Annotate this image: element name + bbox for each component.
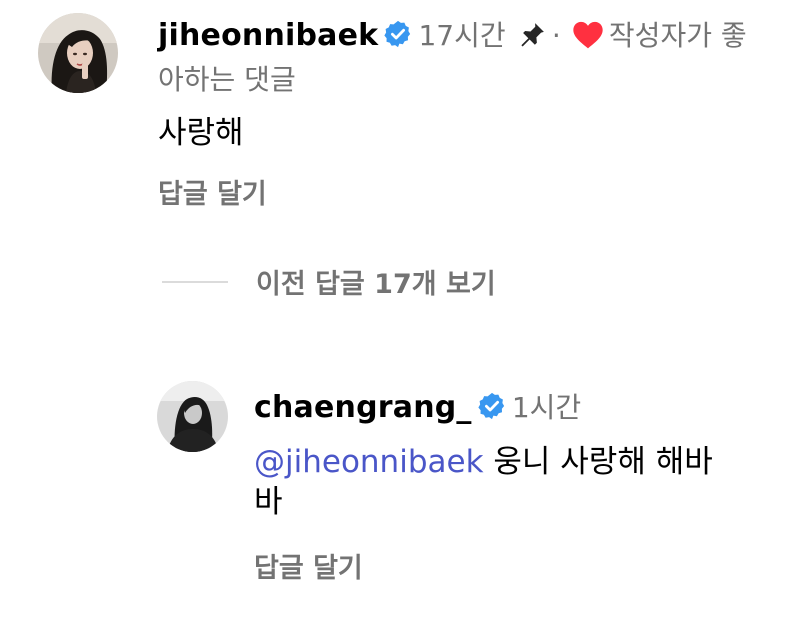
verified-badge-icon <box>383 19 413 49</box>
liked-by-author-label: 작성자가 좋 <box>608 19 747 52</box>
comment-username[interactable]: chaengrang_ <box>254 390 472 425</box>
mention-link[interactable]: @jiheonnibaek <box>254 444 484 480</box>
comment-text: @jiheonnibaek 웅니 사랑해 해바 바 <box>254 442 794 522</box>
separator-dot: · <box>551 19 561 52</box>
comment-text: 사랑해 <box>158 115 244 151</box>
view-previous-replies-button[interactable]: 이전 답글 17개 보기 <box>256 262 496 301</box>
avatar-chaengrang[interactable] <box>157 381 228 452</box>
reply-button[interactable]: 답글 달기 <box>158 172 267 211</box>
replies-divider-line <box>162 281 228 283</box>
comment-time: 1시간 <box>511 391 582 424</box>
comments-screen: jiheonnibaek 17시간 · 작성자가 좋 아하는 댓글 사랑해 답글… <box>0 0 802 621</box>
comment-time: 17시간 <box>418 19 506 52</box>
avatar-image <box>38 13 118 93</box>
avatar-jiheonnibaek[interactable] <box>38 13 118 93</box>
comment-text-line1: 웅니 사랑해 해바 <box>483 444 713 480</box>
comment-header: jiheonnibaek 17시간 · 작성자가 좋 아하는 댓글 <box>158 14 798 98</box>
verified-badge-icon <box>477 391 507 421</box>
comment-text-line2: 바 <box>254 484 283 520</box>
liked-by-author-label-cont: 아하는 댓글 <box>158 63 296 96</box>
comment-username[interactable]: jiheonnibaek <box>158 18 378 53</box>
pin-icon <box>517 20 547 50</box>
avatar-image <box>157 381 228 452</box>
reply-button[interactable]: 답글 달기 <box>254 546 363 585</box>
comment-header: chaengrang_ 1시간 <box>254 386 581 434</box>
heart-icon <box>572 20 604 50</box>
